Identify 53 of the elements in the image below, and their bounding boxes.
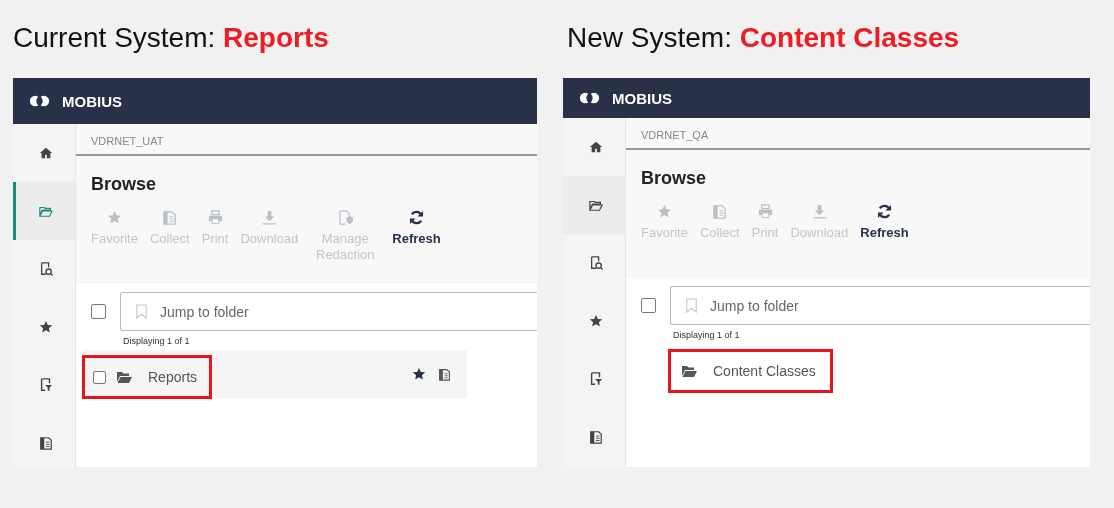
document-icon <box>712 204 728 219</box>
star-icon <box>107 210 122 225</box>
search-field[interactable]: Jump to folder <box>670 286 1090 325</box>
folder-icon <box>38 204 53 218</box>
repository-name: VDRNET_UAT <box>76 124 537 156</box>
refresh-icon <box>409 210 424 225</box>
document-search-icon <box>588 256 603 270</box>
house-icon <box>588 140 603 154</box>
sidebar-item[interactable] <box>563 176 625 234</box>
checkbox[interactable] <box>91 304 106 319</box>
folder-icon <box>588 198 603 212</box>
bookmark-icon <box>684 298 699 313</box>
download-icon <box>261 210 277 225</box>
bookmark-icon <box>134 304 149 319</box>
checkbox[interactable] <box>641 298 656 313</box>
slide-heading: Current System: Reports <box>13 22 330 54</box>
folder-name[interactable]: Content Classes <box>713 363 816 379</box>
folder-row[interactable]: Reports <box>82 350 467 398</box>
page-title: Browse <box>640 167 708 190</box>
printer-icon <box>207 210 223 225</box>
document-filter-icon <box>588 372 603 386</box>
toolbar-button[interactable]: Refresh <box>855 200 914 245</box>
sidebar-item[interactable] <box>13 182 75 240</box>
logo-icon <box>29 94 50 108</box>
logo-icon <box>579 91 600 105</box>
document-icon[interactable] <box>438 367 451 381</box>
document-icon <box>588 430 603 444</box>
brand-name: MOBIUS <box>62 92 122 110</box>
folder-icon <box>116 369 132 385</box>
repository-name: VDRNET_QA <box>626 118 1090 150</box>
document-shield-icon <box>337 210 353 225</box>
search-field[interactable]: Jump to folder <box>120 292 537 331</box>
document-filter-icon <box>38 378 53 392</box>
download-icon <box>811 204 827 219</box>
star-icon <box>657 204 672 219</box>
printer-icon <box>757 204 773 219</box>
refresh-icon <box>877 204 892 219</box>
document-icon <box>162 210 178 225</box>
result-count: Displaying 1 of 1 <box>122 335 191 348</box>
star-icon <box>38 320 53 334</box>
brand-name: MOBIUS <box>612 89 672 107</box>
toolbar-button[interactable]: Refresh <box>387 206 446 251</box>
document-search-icon <box>38 262 53 276</box>
result-count: Displaying 1 of 1 <box>672 329 741 342</box>
star-icon <box>588 314 603 328</box>
folder-icon <box>681 363 697 379</box>
slide-heading: New System: Content Classes <box>567 22 961 54</box>
checkbox[interactable] <box>93 370 106 384</box>
star-icon[interactable] <box>412 367 426 381</box>
house-icon <box>38 146 53 160</box>
page-title: Browse <box>90 173 158 196</box>
document-icon <box>38 436 53 450</box>
folder-name[interactable]: Reports <box>148 369 198 385</box>
